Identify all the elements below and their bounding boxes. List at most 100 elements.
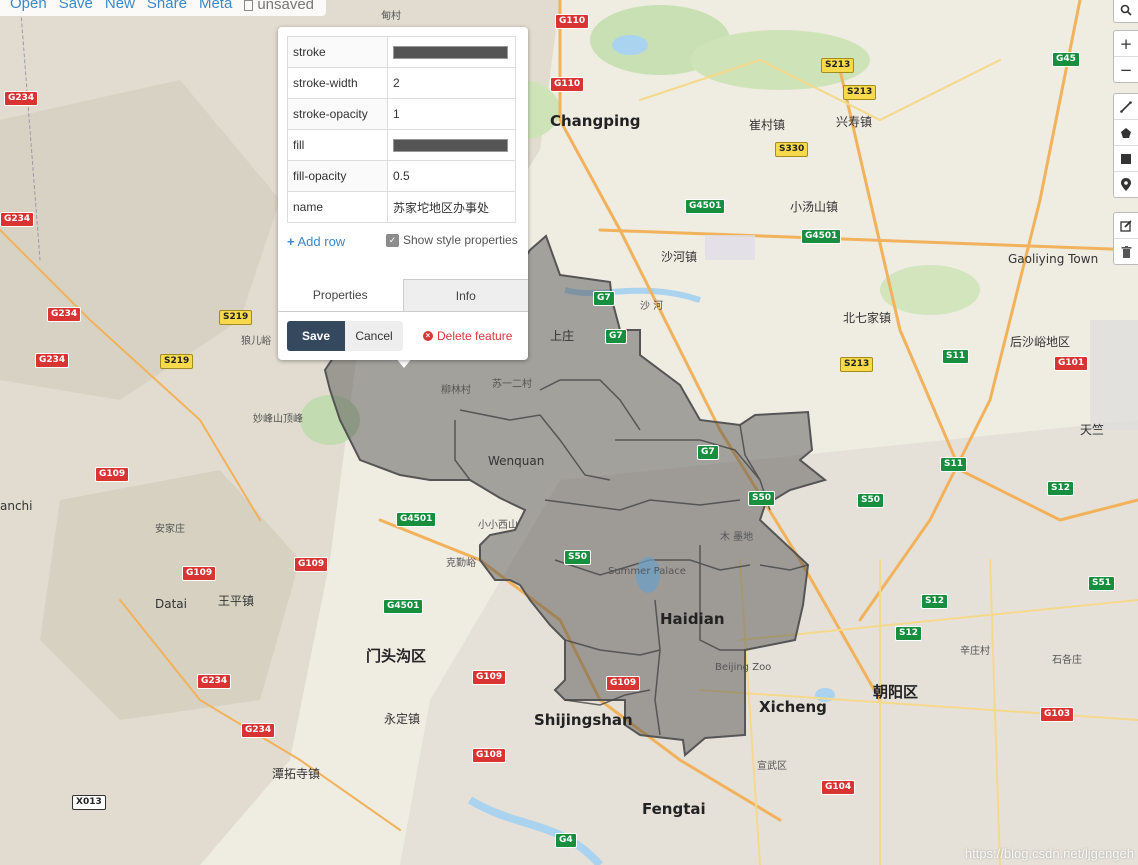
label-xingshou: 兴寿镇 bbox=[836, 115, 873, 129]
tab-info[interactable]: Info bbox=[402, 279, 528, 311]
label-keqin: 克勤峪 bbox=[446, 558, 476, 569]
road-shield: G109 bbox=[606, 676, 641, 691]
property-color-input[interactable] bbox=[387, 129, 516, 161]
delete-feature-button[interactable]: × Delete feature bbox=[423, 329, 512, 343]
menu-open[interactable]: Open bbox=[4, 0, 53, 16]
road-shield: G109 bbox=[294, 557, 329, 572]
popup-actions: Save Cancel × Delete feature bbox=[287, 321, 522, 351]
label-anchi: anchi bbox=[0, 499, 33, 513]
menu-save[interactable]: Save bbox=[53, 0, 99, 16]
property-key-input[interactable]: fill-opacity bbox=[287, 160, 388, 192]
road-shield: G4501 bbox=[383, 599, 424, 614]
road-shield: S213 bbox=[840, 357, 874, 372]
property-key-input[interactable]: stroke-width bbox=[287, 67, 388, 99]
trash-icon[interactable] bbox=[1114, 239, 1138, 264]
road-shield: G234 bbox=[0, 212, 35, 227]
edit-icon[interactable] bbox=[1114, 213, 1138, 239]
watermark: https://blog.csdn.net/ljgengeh bbox=[964, 846, 1134, 861]
draw-line-icon[interactable] bbox=[1114, 94, 1138, 120]
road-shield: S11 bbox=[942, 349, 970, 364]
label-mentougou: 门头沟区 bbox=[366, 647, 427, 665]
label-shangzhuang: 上庄 bbox=[550, 329, 575, 343]
road-shield: G104 bbox=[821, 780, 856, 795]
road-shield: G109 bbox=[95, 467, 130, 482]
draw-marker-icon[interactable] bbox=[1114, 172, 1138, 197]
draw-toolbar bbox=[1113, 93, 1138, 198]
tab-properties[interactable]: Properties bbox=[278, 279, 403, 311]
popup-tabs: Properties Info bbox=[278, 279, 528, 312]
property-row: stroke-width 2 bbox=[287, 67, 516, 99]
label-wangping: 王平镇 bbox=[218, 594, 255, 608]
draw-polygon-icon[interactable] bbox=[1114, 120, 1138, 146]
label-chaoyang: 朝阳区 bbox=[873, 683, 919, 701]
label-xinzhuang: 辛庄村 bbox=[960, 646, 990, 657]
add-row-label: Add row bbox=[297, 234, 346, 249]
property-key-input[interactable]: stroke-opacity bbox=[287, 98, 388, 130]
cancel-button[interactable]: Cancel bbox=[345, 321, 403, 351]
add-row-button[interactable]: + Add row bbox=[287, 232, 347, 252]
label-langer: 狼儿峪 bbox=[241, 336, 271, 347]
label-yongding: 永定镇 bbox=[384, 712, 421, 726]
road-shield: G45 bbox=[1052, 52, 1080, 67]
property-key-input[interactable]: fill bbox=[287, 129, 388, 161]
road-shield: X013 bbox=[72, 795, 106, 810]
save-button[interactable]: Save bbox=[287, 321, 345, 351]
road-shield: G109 bbox=[182, 566, 217, 581]
road-shield: S50 bbox=[564, 550, 592, 565]
label-beijing-zoo: Beijing Zoo bbox=[715, 662, 772, 673]
label-dian: 甸村 bbox=[381, 11, 401, 22]
label-haidian: Haidian bbox=[660, 610, 725, 628]
road-shield: S11 bbox=[940, 457, 968, 472]
road-shield: G4501 bbox=[396, 512, 437, 527]
label-xiaotangshan: 小汤山镇 bbox=[790, 200, 839, 214]
label-shigezhuang: 石各庄 bbox=[1052, 655, 1082, 666]
road-shield: S50 bbox=[857, 493, 885, 508]
label-gaoliying: Gaoliying Town bbox=[1008, 252, 1099, 266]
label-tanzhe: 潭拓寺镇 bbox=[272, 767, 321, 781]
property-value-input[interactable]: 0.5 bbox=[387, 160, 516, 192]
property-color-input[interactable] bbox=[387, 36, 516, 68]
road-shield: G108 bbox=[472, 748, 507, 763]
zoom-in-button[interactable]: + bbox=[1114, 31, 1138, 57]
color-swatch[interactable] bbox=[393, 45, 508, 59]
road-shield: G234 bbox=[197, 674, 232, 689]
menu-meta[interactable]: Meta bbox=[193, 0, 238, 16]
road-shield: G7 bbox=[605, 329, 627, 344]
draw-rectangle-icon[interactable] bbox=[1114, 146, 1138, 172]
road-shield: G4501 bbox=[801, 229, 842, 244]
checkbox-checked-icon[interactable]: ✓ bbox=[386, 233, 399, 247]
show-style-toggle[interactable]: ✓ Show style properties bbox=[386, 233, 518, 247]
label-xuanwu: 宣武区 bbox=[757, 761, 787, 772]
top-menu: Open Save New Share Meta unsaved bbox=[0, 0, 327, 16]
property-key-input[interactable]: stroke bbox=[287, 36, 388, 68]
road-shield: G7 bbox=[593, 291, 615, 306]
road-shield: S330 bbox=[775, 142, 809, 157]
road-shield: G103 bbox=[1040, 707, 1075, 722]
label-miaofeng: 妙峰山顶峰 bbox=[253, 414, 303, 425]
road-shield: S219 bbox=[160, 354, 194, 369]
road-shield: G109 bbox=[472, 670, 507, 685]
road-shield: G234 bbox=[241, 723, 276, 738]
color-swatch[interactable] bbox=[393, 138, 508, 152]
file-status: unsaved bbox=[238, 0, 320, 16]
label-changping: Changping bbox=[550, 112, 641, 130]
property-row: fill-opacity 0.5 bbox=[287, 160, 516, 192]
zoom-out-button[interactable]: − bbox=[1114, 57, 1138, 82]
property-value-input[interactable]: 1 bbox=[387, 98, 516, 130]
zoom-control: + − bbox=[1113, 30, 1138, 83]
menu-new[interactable]: New bbox=[99, 0, 141, 16]
label-fengtai: Fengtai bbox=[642, 800, 706, 818]
label-houshayu: 后沙峪地区 bbox=[1010, 335, 1071, 349]
document-icon bbox=[244, 0, 254, 11]
road-shield: G110 bbox=[555, 14, 590, 29]
property-value-input[interactable]: 2 bbox=[387, 67, 516, 99]
road-shield: G110 bbox=[550, 77, 585, 92]
property-key-input[interactable]: name bbox=[287, 191, 388, 223]
show-style-label: Show style properties bbox=[403, 233, 518, 247]
label-shijingshan: Shijingshan bbox=[534, 711, 633, 729]
property-row: fill bbox=[287, 129, 516, 161]
properties-table: stroke stroke-width 2 stroke-opacity 1 fill fi… bbox=[287, 36, 516, 223]
menu-share[interactable]: Share bbox=[141, 0, 193, 16]
search-icon[interactable] bbox=[1114, 0, 1138, 22]
property-value-input[interactable]: 苏家坨地区办事处 bbox=[387, 191, 516, 223]
